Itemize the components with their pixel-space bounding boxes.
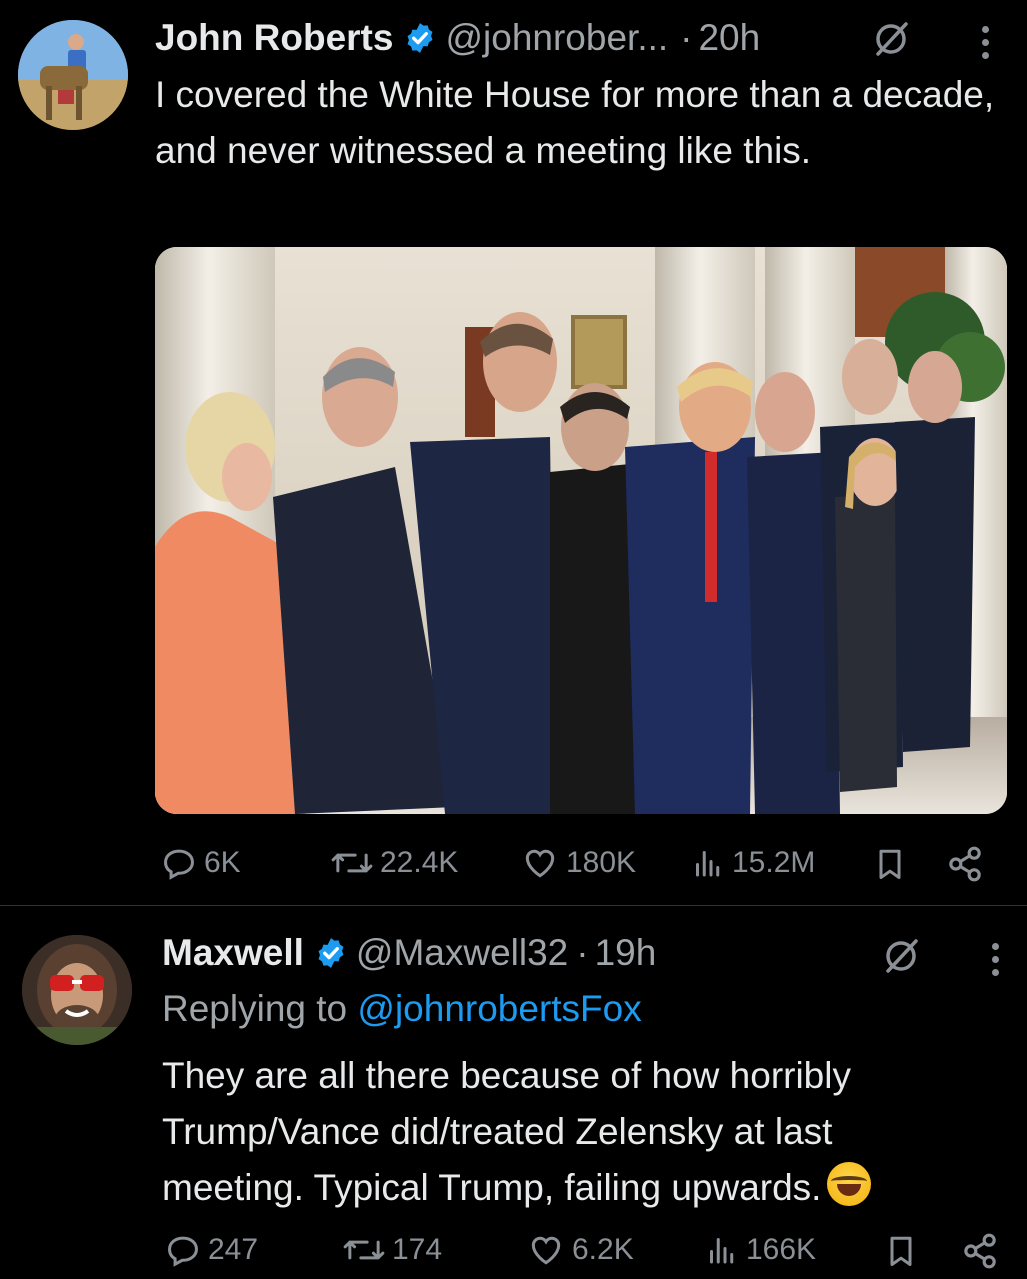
- tweet-actions: 247 174 6.2K 166K: [0, 1227, 1027, 1279]
- share-button[interactable]: [945, 844, 985, 884]
- like-button[interactable]: 180K: [520, 844, 636, 882]
- avatar-photo: [22, 935, 132, 1045]
- repost-button[interactable]: 22.4K: [330, 844, 458, 882]
- share-icon: [949, 846, 981, 882]
- reply-count: 6K: [204, 846, 241, 879]
- bookmark-button[interactable]: [883, 1231, 919, 1271]
- tweet-header: John Roberts @johnrober... · 20h: [155, 12, 760, 64]
- views-count: 15.2M: [732, 846, 816, 879]
- bookmark-icon: [890, 1236, 912, 1266]
- author-handle[interactable]: @johnrober...: [445, 17, 668, 59]
- like-icon: [531, 1236, 561, 1265]
- more-icon[interactable]: [979, 26, 991, 59]
- repost-icon: [343, 1240, 385, 1260]
- tweet-reply[interactable]: Maxwell @Maxwell32 · 19h Replying to @jo…: [0, 905, 1027, 1279]
- timestamp[interactable]: 20h: [698, 17, 760, 59]
- verified-badge-icon: [314, 936, 348, 970]
- reply-button[interactable]: 6K: [160, 844, 241, 882]
- tweet-photo[interactable]: [155, 247, 1007, 814]
- bookmark-button[interactable]: [872, 844, 908, 884]
- author-handle[interactable]: @Maxwell32: [356, 932, 568, 974]
- grok-icon[interactable]: [870, 18, 912, 65]
- verified-badge-icon: [403, 21, 437, 55]
- share-icon: [964, 1233, 996, 1269]
- reply-icon: [164, 849, 194, 880]
- grok-icon[interactable]: [880, 935, 922, 982]
- replying-to-mention[interactable]: @johnrobertsFox: [357, 988, 641, 1029]
- tweet-text: I covered the White House for more than …: [155, 74, 995, 171]
- repost-button[interactable]: 174: [342, 1231, 442, 1269]
- replying-to: Replying to @johnrobertsFox: [162, 988, 642, 1030]
- avatar[interactable]: [22, 935, 132, 1045]
- laughing-emoji-icon: [827, 1162, 872, 1206]
- repost-icon: [331, 853, 373, 873]
- views-button[interactable]: 15.2M: [690, 844, 815, 882]
- more-icon[interactable]: [989, 943, 1001, 976]
- views-icon: [710, 1238, 734, 1264]
- bookmark-icon: [879, 849, 901, 879]
- views-icon: [696, 851, 720, 877]
- tweet[interactable]: John Roberts @johnrober... · 20h I cover…: [0, 0, 1027, 905]
- avatar[interactable]: [18, 20, 128, 130]
- reply-button[interactable]: 247: [164, 1231, 258, 1269]
- views-count: 166K: [746, 1233, 817, 1266]
- tweet-header: Maxwell @Maxwell32 · 19h: [162, 927, 656, 979]
- separator-dot: ·: [576, 932, 589, 973]
- like-count: 6.2K: [572, 1233, 634, 1266]
- views-button[interactable]: 166K: [704, 1231, 816, 1269]
- replying-to-label: Replying to: [162, 988, 348, 1029]
- timestamp[interactable]: 19h: [595, 932, 657, 974]
- tweet-text-content: They are all there because of how horrib…: [162, 1055, 851, 1208]
- avatar-photo: [18, 20, 128, 130]
- author-name[interactable]: Maxwell: [162, 932, 304, 974]
- share-button[interactable]: [960, 1231, 1000, 1271]
- separator-dot: ·: [680, 17, 693, 58]
- tweet-text: They are all there because of how horrib…: [162, 1048, 982, 1216]
- like-count: 180K: [566, 846, 637, 879]
- like-icon: [525, 849, 555, 878]
- reply-count: 247: [208, 1233, 259, 1266]
- repost-count: 22.4K: [380, 846, 459, 879]
- tweet-actions: 6K 22.4K 180K 15.2M: [0, 838, 1027, 894]
- repost-count: 174: [392, 1233, 443, 1266]
- photo-image: [155, 247, 1007, 814]
- like-button[interactable]: 6.2K: [526, 1231, 634, 1269]
- author-name[interactable]: John Roberts: [155, 17, 393, 59]
- reply-icon: [168, 1236, 198, 1267]
